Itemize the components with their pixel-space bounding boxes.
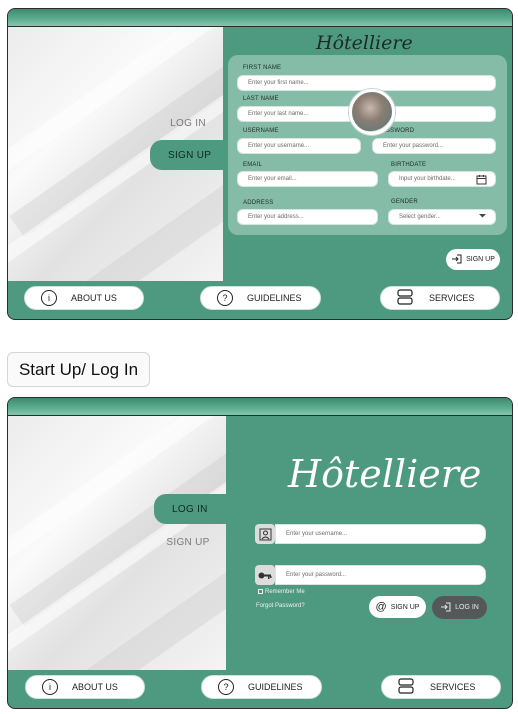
password-input[interactable]: Enter your password... <box>372 138 496 154</box>
remember-me-checkbox[interactable]: Remember Me <box>258 589 305 595</box>
info-icon: i <box>42 679 58 695</box>
gender-label: GENDER <box>391 199 418 205</box>
section-title: Start Up/ Log In <box>7 352 150 387</box>
first-name-label: FIRST NAME <box>243 65 282 71</box>
signup-button[interactable]: SIGN UP <box>446 249 500 270</box>
guidelines-button[interactable]: ? GUIDELINES <box>200 286 321 310</box>
key-icon <box>255 565 275 585</box>
question-icon: ? <box>218 679 234 695</box>
about-us-button[interactable]: i ABOUT US <box>25 675 145 699</box>
top-bar <box>8 398 512 416</box>
login-button[interactable]: LOG IN <box>432 596 487 619</box>
sign-in-icon <box>440 602 451 614</box>
address-label: ADDRESS <box>243 200 274 206</box>
last-name-label: LAST NAME <box>243 96 279 102</box>
user-icon <box>255 524 275 544</box>
login-window <box>7 397 513 709</box>
services-label: SERVICES <box>430 682 476 692</box>
services-button[interactable]: SERVICES <box>381 675 501 699</box>
question-icon: ? <box>217 290 233 306</box>
tab-login[interactable]: LOG IN <box>150 108 226 138</box>
at-icon: @ <box>375 601 387 613</box>
forgot-password-link[interactable]: Forgot Password? <box>256 603 305 609</box>
top-bar <box>8 9 512 27</box>
checkbox-icon <box>258 589 263 594</box>
avatar[interactable] <box>349 89 395 135</box>
birthdate-label: BIRTHDATE <box>391 162 427 168</box>
birthdate-input[interactable]: Input your birthdate... <box>388 171 496 187</box>
tab-login[interactable]: LOG IN <box>154 494 234 524</box>
login-button-label: LOG IN <box>455 604 479 611</box>
guidelines-label: GUIDELINES <box>248 682 303 692</box>
chevron-down-icon <box>478 211 487 222</box>
login-password-input[interactable]: Enter your password... <box>275 565 486 585</box>
services-button[interactable]: SERVICES <box>380 286 500 310</box>
about-us-label: ABOUT US <box>71 293 117 303</box>
login-signup-button[interactable]: @ SIGN UP <box>369 596 426 618</box>
signup-button-label: SIGN UP <box>466 256 495 263</box>
guidelines-button[interactable]: ? GUIDELINES <box>201 675 322 699</box>
about-us-button[interactable]: i ABOUT US <box>24 286 144 310</box>
brand-logo: Hôtelliere <box>288 452 482 496</box>
email-input[interactable]: Enter your email... <box>237 171 378 187</box>
calendar-icon[interactable] <box>476 174 487 187</box>
info-icon: i <box>41 290 57 306</box>
services-icon <box>397 289 413 307</box>
about-us-label: ABOUT US <box>72 682 118 692</box>
gender-placeholder: Select gender... <box>399 214 441 220</box>
services-icon <box>398 678 414 696</box>
remember-me-label: Remember Me <box>265 589 305 596</box>
tab-signup[interactable]: SIGN UP <box>150 527 226 557</box>
login-username-input[interactable]: Enter your username... <box>275 524 486 544</box>
address-input[interactable]: Enter your address... <box>237 209 378 225</box>
username-input[interactable]: Enter your username... <box>237 138 361 154</box>
brand-logo: Hôtelliere <box>316 32 413 54</box>
guidelines-label: GUIDELINES <box>247 293 302 303</box>
services-label: SERVICES <box>429 293 475 303</box>
sign-in-icon <box>451 254 462 266</box>
birthdate-placeholder: Input your birthdate... <box>399 176 456 182</box>
login-signup-label: SIGN UP <box>390 603 420 611</box>
tab-signup[interactable]: SIGN UP <box>150 140 240 170</box>
gender-select[interactable]: Select gender... <box>388 209 496 225</box>
username-label: USERNAME <box>243 128 279 134</box>
email-label: EMAIL <box>243 162 263 168</box>
